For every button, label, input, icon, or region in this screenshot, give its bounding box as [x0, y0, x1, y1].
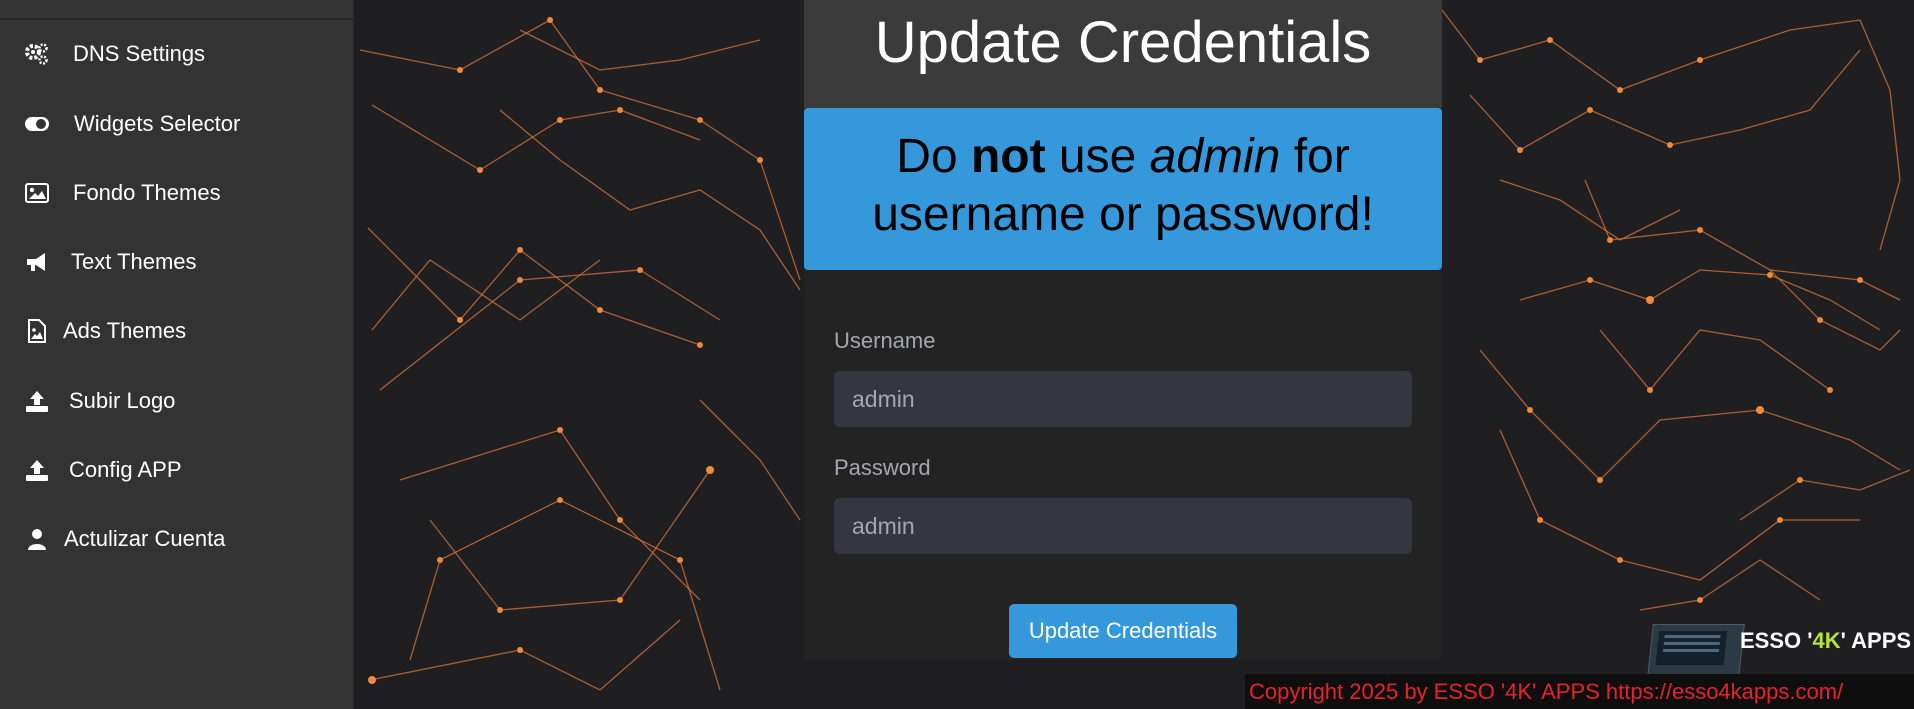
upload-icon — [24, 457, 50, 483]
brand-logo: ESSO '4K' APPS — [1647, 622, 1914, 678]
sidebar-item-label: Fondo Themes — [73, 180, 221, 205]
warning-bold: not — [970, 130, 1046, 183]
password-label: Password — [834, 455, 931, 480]
megaphone-icon — [24, 249, 50, 275]
sidebar-item-dns-settings[interactable]: DNS Settings — [0, 24, 354, 84]
sidebar-divider — [0, 18, 354, 20]
sidebar-item-label: Ads Themes — [63, 318, 187, 343]
sidebar-item-config-app[interactable]: Config APP — [0, 440, 354, 500]
sidebar-item-label: Subir Logo — [69, 388, 176, 413]
gears-icon — [24, 41, 50, 67]
warning-line-2: username or password! — [872, 188, 1374, 241]
sidebar-item-ads-themes[interactable]: Ads Themes — [0, 301, 354, 361]
brand-text: ESSO '4K' APPS — [1740, 628, 1912, 653]
warning-italic: admin — [1149, 130, 1281, 183]
warning-alert: Do not use admin for username or passwor… — [804, 108, 1442, 270]
warning-text: use — [1045, 130, 1150, 183]
warning-text: Do — [896, 130, 971, 183]
sidebar-item-label: Actulizar Cuenta — [64, 526, 226, 551]
username-label: Username — [834, 328, 936, 353]
file-image-icon — [24, 318, 50, 344]
sidebar-item-label: DNS Settings — [73, 41, 206, 66]
page-title: Update Credentials — [804, 0, 1442, 108]
sidebar-item-label: Config APP — [69, 457, 182, 482]
username-input[interactable] — [834, 371, 1412, 427]
sidebar-item-label: Widgets Selector — [74, 111, 241, 136]
app-preview-thumbnail — [1647, 624, 1745, 678]
sidebar: DNS Settings Widgets Selector Fondo Them… — [0, 0, 354, 709]
password-input[interactable] — [834, 498, 1412, 554]
sidebar-item-text-themes[interactable]: Text Themes — [0, 232, 354, 292]
upload-icon — [24, 388, 50, 414]
sidebar-item-fondo-themes[interactable]: Fondo Themes — [0, 163, 354, 223]
sidebar-item-actulizar-cuenta[interactable]: Actulizar Cuenta — [0, 509, 354, 569]
user-icon — [24, 526, 50, 552]
warning-text: for — [1280, 130, 1350, 183]
toggle-icon — [24, 111, 50, 137]
image-icon — [24, 180, 50, 206]
sidebar-item-label: Text Themes — [71, 249, 197, 274]
copyright-footer: Copyright 2025 by ESSO '4K' APPS https:/… — [1245, 674, 1914, 709]
warning-line-1: Do not use admin for — [804, 128, 1442, 186]
sidebar-item-subir-logo[interactable]: Subir Logo — [0, 371, 354, 431]
sidebar-item-widgets-selector[interactable]: Widgets Selector — [0, 94, 354, 154]
update-credentials-button[interactable]: Update Credentials — [1009, 604, 1237, 658]
